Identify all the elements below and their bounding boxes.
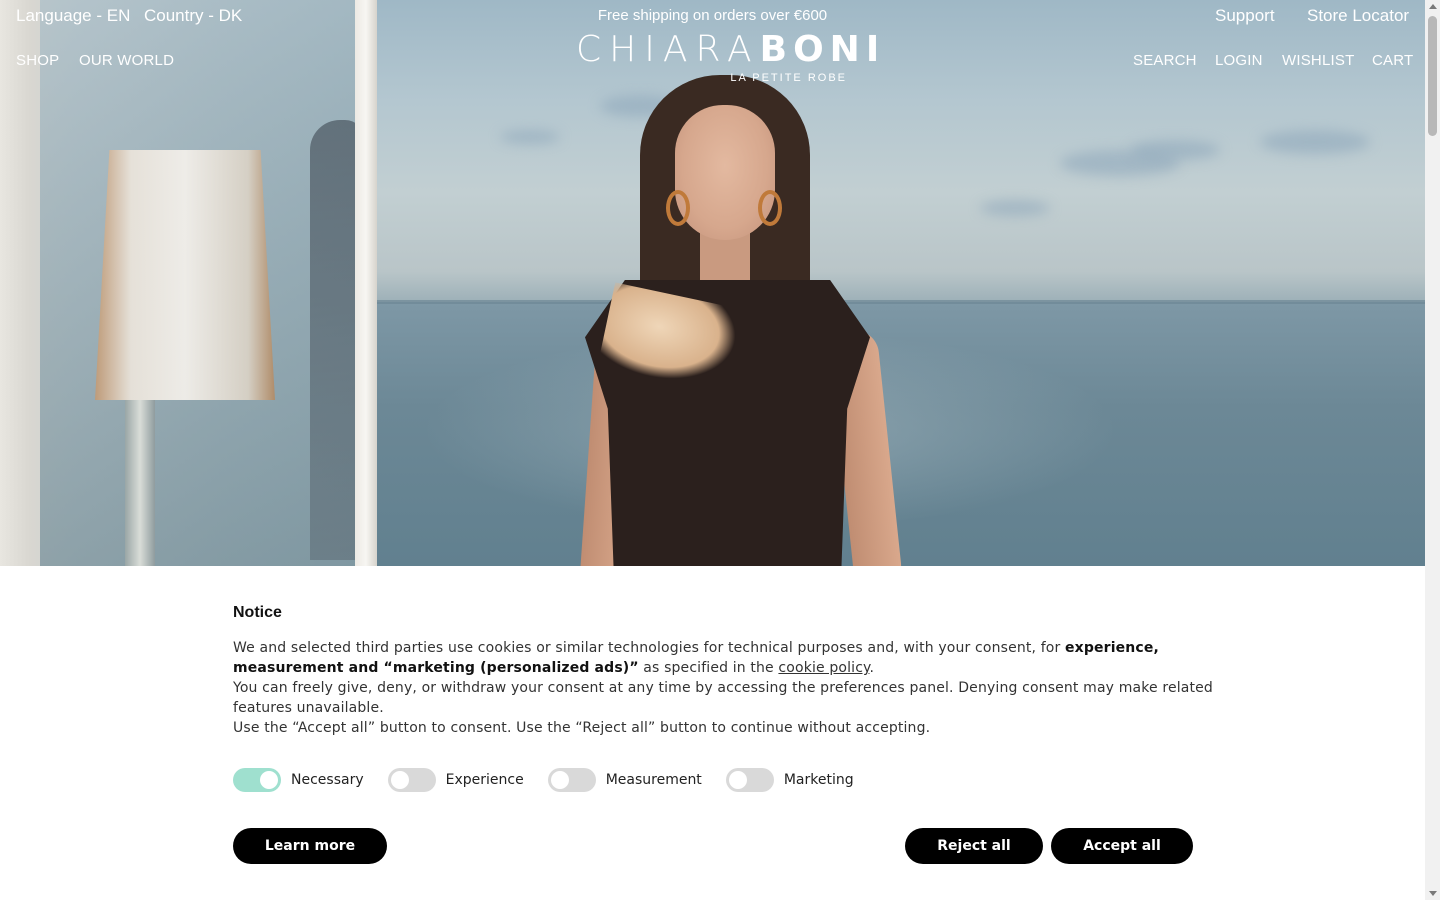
logo-text-boni: BONI [759,29,886,70]
brand-logo[interactable]: CHIARABONI LA PETITE ROBE [576,29,879,90]
toggle-knob [550,771,569,789]
cookie-text-instructions: Use the “Accept all” button to consent. … [233,720,931,736]
cookie-notice-title: Notice [233,604,282,621]
nav-login[interactable]: LOGIN [1215,52,1263,69]
nav-our-world[interactable]: OUR WORLD [79,52,174,69]
toggle-experience-label: Experience [445,772,524,788]
learn-more-button[interactable]: Learn more [233,828,387,864]
cookie-notice-text: We and selected third parties use cookie… [233,638,1213,738]
toggle-knob [390,771,409,789]
logo-tagline: LA PETITE ROBE [730,72,847,84]
accept-all-button[interactable]: Accept all [1051,828,1193,864]
toggle-experience-switch[interactable] [387,768,436,792]
nav-wishlist[interactable]: WISHLIST [1282,52,1354,69]
cookie-text-period: . [869,660,875,676]
nav-shop[interactable]: SHOP [16,52,59,69]
toggle-measurement[interactable]: Measurement [547,768,702,792]
support-link[interactable]: Support [1215,6,1275,26]
logo-text-chiara: CHIARA [576,29,760,70]
toggle-necessary-label: Necessary [291,772,364,788]
cookie-text-intro: We and selected third parties use cookie… [233,640,1065,656]
toggle-experience[interactable]: Experience [387,768,524,792]
consent-toggles: Necessary Experience Measurement Marketi… [233,768,878,792]
toggle-measurement-switch[interactable] [547,768,596,792]
scroll-up-arrow-icon[interactable] [1429,4,1437,9]
cookie-policy-link[interactable]: cookie policy [778,660,869,676]
toggle-marketing-switch[interactable] [725,768,774,792]
toggle-knob [728,771,747,789]
reject-all-button[interactable]: Reject all [905,828,1043,864]
promo-banner: Free shipping on orders over €600 [597,7,828,24]
toggle-necessary-switch[interactable] [233,768,281,792]
toggle-marketing[interactable]: Marketing [725,768,854,792]
toggle-measurement-label: Measurement [605,772,702,788]
scrollbar-thumb[interactable] [1428,16,1437,136]
toggle-necessary[interactable]: Necessary [233,768,364,792]
store-locator-link[interactable]: Store Locator [1307,6,1409,26]
scroll-down-arrow-icon[interactable] [1429,891,1437,896]
cookie-text-specified: as specified in the [638,660,779,676]
nav-search[interactable]: SEARCH [1133,52,1197,69]
cookie-notice-panel: Notice We and selected third parties use… [0,566,1425,900]
cookie-text-consent: You can freely give, deny, or withdraw y… [233,680,1213,716]
toggle-marketing-label: Marketing [783,772,854,788]
toggle-knob [260,771,278,789]
page-scrollbar[interactable] [1425,0,1440,900]
nav-cart[interactable]: CART [1372,52,1413,69]
